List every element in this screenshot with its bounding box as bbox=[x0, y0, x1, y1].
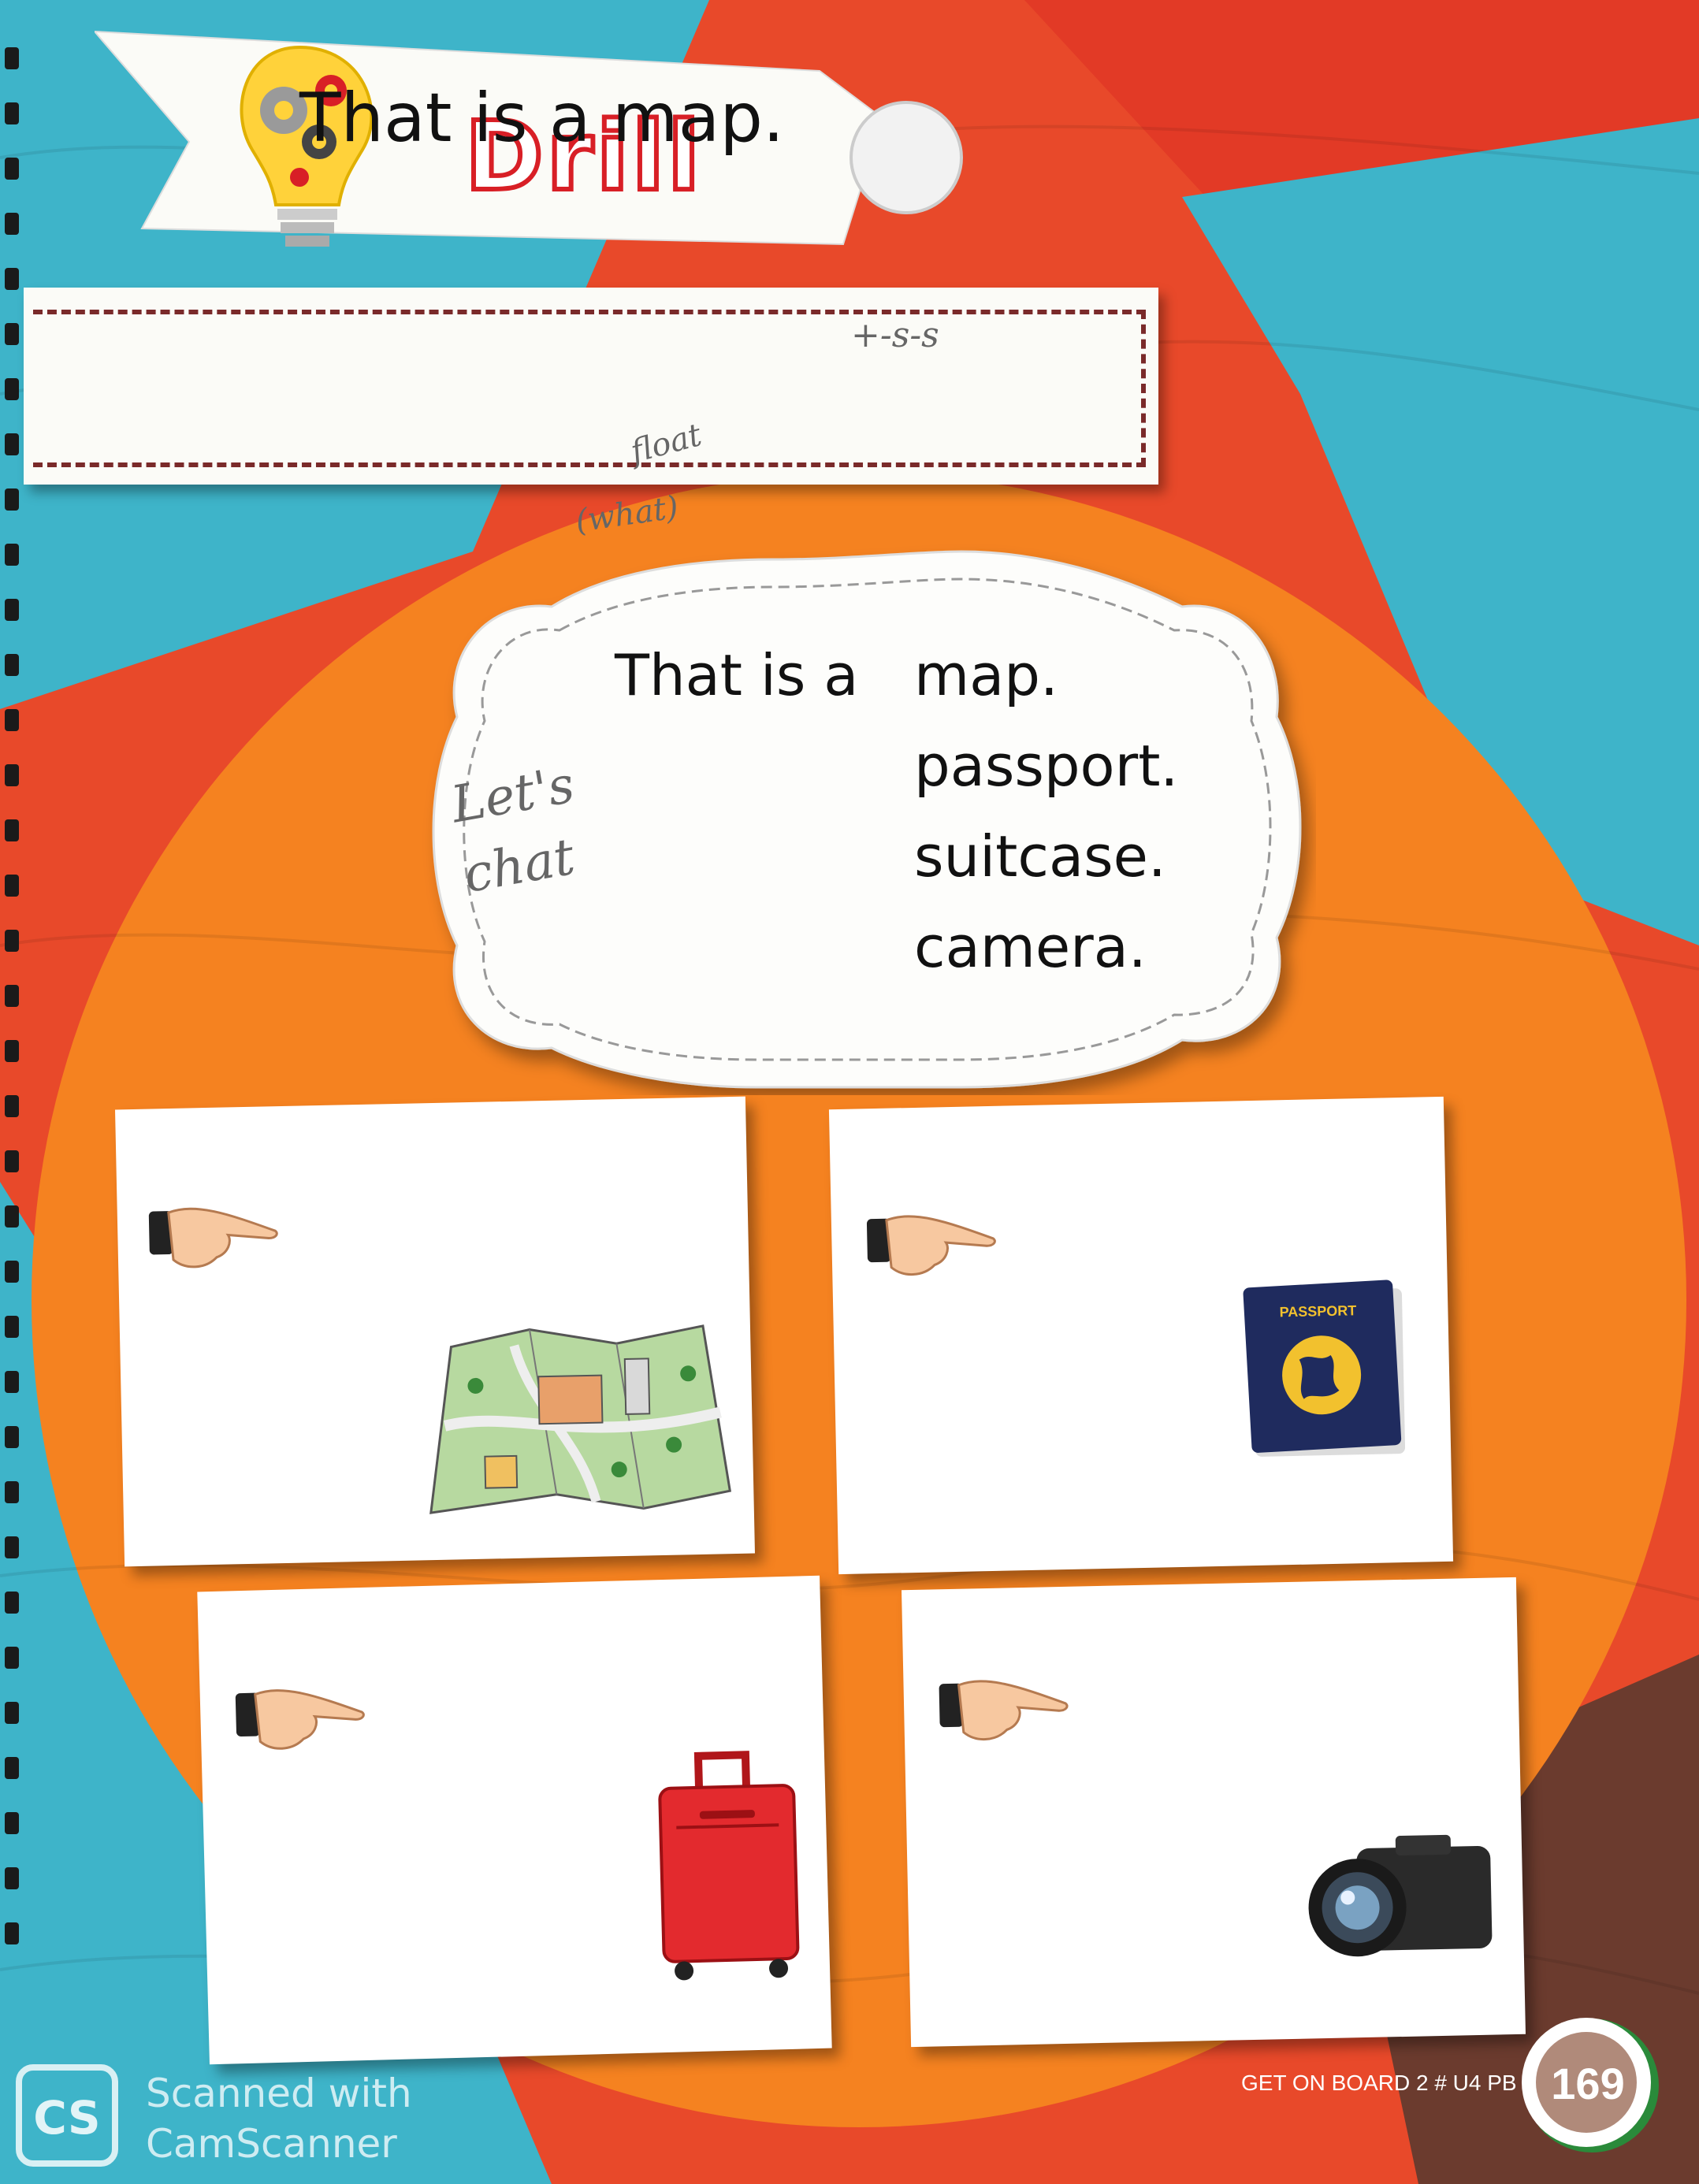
camscanner-watermark: Scanned with CamScanner bbox=[146, 2068, 412, 2169]
svg-text:CS: CS bbox=[33, 2091, 100, 2145]
card-suitcase bbox=[197, 1575, 832, 2065]
page-number: 169 bbox=[1551, 2059, 1625, 2108]
pointing-hand-icon bbox=[235, 1689, 365, 1750]
book-reference: GET ON BOARD 2 # U4 PB bbox=[1241, 2071, 1517, 2095]
chat-option-suitcase: suitcase. bbox=[914, 823, 1166, 890]
strip-dashed-border bbox=[33, 310, 1146, 467]
watermark-line-2: CamScanner bbox=[146, 2121, 397, 2167]
passport-icon: PASSPORT bbox=[1243, 1280, 1406, 1457]
pointing-hand-icon bbox=[866, 1215, 996, 1276]
camscanner-logo: CS bbox=[16, 2064, 118, 2167]
camera-icon bbox=[1308, 1834, 1493, 1957]
pointing-hand-icon bbox=[939, 1680, 1069, 1741]
passport-cover-text: PASSPORT bbox=[1279, 1302, 1356, 1320]
pointing-hand-icon bbox=[148, 1207, 278, 1268]
sentence-strip-text: That is a map. bbox=[299, 79, 785, 158]
chat-lead-text: That is a bbox=[615, 642, 859, 708]
handwritten-note-top: +-s-s bbox=[851, 315, 939, 355]
card-passport: PASSPORT bbox=[828, 1096, 1454, 1575]
chat-option-passport: passport. bbox=[914, 733, 1179, 799]
handwritten-lets-chat: Let's chat bbox=[447, 756, 579, 905]
chat-option-camera: camera. bbox=[914, 914, 1147, 980]
map-icon bbox=[429, 1324, 732, 1514]
chat-option-map: map. bbox=[914, 642, 1058, 708]
card-map bbox=[115, 1096, 755, 1567]
watermark-line-1: Scanned with bbox=[146, 2071, 412, 2116]
card-camera bbox=[902, 1577, 1526, 2048]
sentence-strip bbox=[24, 288, 1158, 485]
suitcase-icon bbox=[658, 1751, 800, 1981]
